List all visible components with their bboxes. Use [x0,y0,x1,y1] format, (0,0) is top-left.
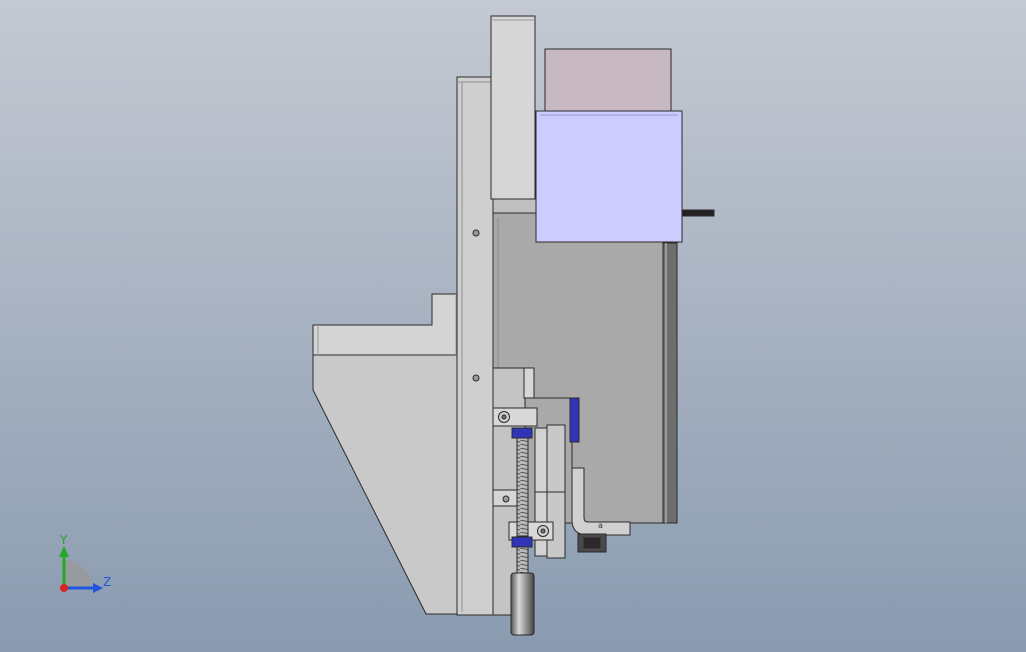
threaded-rod [516,435,529,537]
plate-hole-lower [472,374,480,382]
axis-x-dot [60,584,68,592]
lower-blue-nut [511,536,533,548]
carriage-cap [523,367,535,399]
upper-clamp-screw-center [501,414,507,420]
upper-blue-nut [511,427,533,439]
motor-housing [535,110,683,243]
lower-clamp-screw-center [540,528,546,534]
upper-rail-block [490,15,536,200]
cad-viewport[interactable]: a Y Z [0,0,1026,652]
blue-sensor-body [569,397,580,443]
axis-y-label: Y [59,533,68,547]
axis-z-label: Z [103,575,111,589]
motor-cable [681,209,715,217]
adjuster-knob[interactable] [510,572,535,636]
carriage-hole [502,495,510,503]
rod-lower-thread [516,546,529,574]
connector-ring [583,537,601,549]
rail-base-strip [492,198,538,214]
motor-cap [544,48,672,113]
plate-hole-upper [472,229,480,237]
actuator-side-strip [662,242,678,524]
connector-mark: a [598,521,603,530]
